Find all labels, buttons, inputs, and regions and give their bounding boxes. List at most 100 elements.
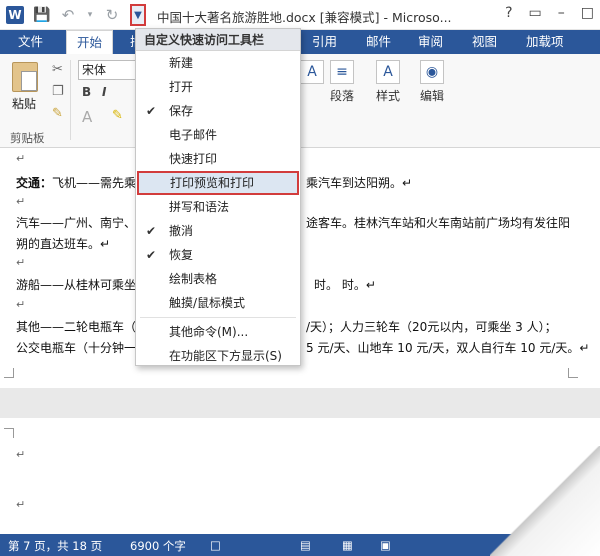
menu-item-label: 保存: [169, 104, 194, 118]
paragraph-transport: 交通：飞机——需先乘: [16, 174, 136, 191]
menu-item-email[interactable]: 电子邮件: [136, 123, 300, 147]
tab-mailings[interactable]: 邮件: [356, 30, 401, 54]
menu-item-label: 电子邮件: [169, 128, 218, 142]
menu-item-label: 其他命令(M)...: [169, 325, 249, 339]
minimize-button[interactable]: –: [558, 5, 565, 21]
highlight-icon[interactable]: ✎: [112, 108, 123, 123]
paragraph-button[interactable]: ≡ 段落: [322, 60, 362, 104]
other-text-left: 其他——二轮电瓶车（: [16, 320, 137, 334]
cut-icon[interactable]: ✂: [52, 62, 63, 77]
copy-icon[interactable]: ❐: [52, 84, 64, 99]
tab-review[interactable]: 审阅: [408, 30, 453, 54]
ribbon-display-button[interactable]: ▭: [529, 5, 542, 21]
group-divider: [70, 60, 71, 140]
menu-item-label: 绘制表格: [169, 272, 218, 286]
menu-item-save[interactable]: ✔ 保存: [136, 99, 300, 123]
menu-item-touch-mode[interactable]: 触摸/鼠标模式: [136, 291, 300, 315]
menu-item-label: 快速打印: [169, 152, 218, 166]
menu-item-label: 打印预览和打印: [170, 176, 255, 190]
menu-item-open[interactable]: 打开: [136, 75, 300, 99]
help-button[interactable]: ?: [505, 5, 512, 21]
editing-label: 编辑: [419, 89, 444, 103]
print-layout-icon[interactable]: ▦: [342, 538, 353, 552]
undo-dropdown-icon[interactable]: ▾: [86, 7, 94, 23]
bus-text-left: 汽车——广州、南宁、: [16, 216, 137, 230]
check-icon: ✔: [146, 104, 157, 118]
styles-button[interactable]: A 样式: [368, 60, 408, 104]
text-effects-icon[interactable]: A: [82, 108, 92, 126]
word-app-icon: W: [6, 6, 24, 24]
menu-item-quick-print[interactable]: 快速打印: [136, 147, 300, 171]
other-text-right: /天）；人力三轮车（20元以内，可乘坐 3 人）；: [306, 320, 557, 334]
page-corner-mark: [4, 428, 14, 438]
menu-divider: [140, 317, 296, 318]
paste-icon[interactable]: [12, 62, 38, 92]
web-layout-icon[interactable]: ▣: [380, 538, 391, 552]
paragraph-mark: ↵: [16, 498, 26, 511]
menu-item-redo[interactable]: ✔ 恢复: [136, 243, 300, 267]
page-curl-decoration: [490, 446, 600, 556]
paragraph-mark: ↵: [16, 298, 26, 311]
save-icon[interactable]: 💾: [33, 7, 50, 23]
format-painter-icon[interactable]: ✎: [52, 106, 63, 121]
ebus-text-left: 公交电瓶车（十分钟一: [16, 341, 137, 355]
menu-item-new[interactable]: 新建: [136, 51, 300, 75]
page-break-gap: [0, 388, 600, 418]
paragraph-icon: ≡: [330, 60, 354, 84]
title-bar: W 💾 ↶ ▾ ↻ ▼ 中国十大著名旅游胜地.docx [兼容模式] - Mic…: [0, 0, 600, 30]
customize-qat-button[interactable]: ▼: [130, 4, 146, 26]
menu-item-label: 新建: [169, 56, 194, 70]
bus-text-right: 途客车。桂林汽车站和火车南站前广场均有发往阳: [306, 216, 571, 230]
font-name-box[interactable]: 宋体: [78, 60, 140, 80]
word-count[interactable]: 6900 个字: [130, 538, 186, 554]
paragraph-mark: ↵: [16, 256, 26, 269]
menu-item-label: 撤消: [169, 224, 194, 238]
redo-icon[interactable]: ↻: [104, 6, 120, 24]
paragraph-mark: ↵: [16, 448, 26, 461]
paragraph-mark: ↵: [16, 195, 26, 208]
menu-item-more-commands[interactable]: 其他命令(M)...: [136, 320, 300, 344]
paragraph-mark: ↵: [16, 152, 26, 165]
transport-text-right: 乘汽车到达阳朔。↵: [306, 176, 413, 190]
boat-text-right: 时。 时。↵: [314, 278, 376, 292]
boat-text-left: 游船——从桂林可乘坐: [16, 278, 137, 292]
tab-file[interactable]: 文件: [8, 30, 53, 54]
styles-label: 样式: [375, 89, 400, 103]
tab-addins[interactable]: 加载项: [516, 30, 574, 54]
tab-home[interactable]: 开始: [66, 30, 114, 54]
tab-view[interactable]: 视图: [462, 30, 507, 54]
paragraph-label: 段落: [329, 89, 354, 103]
maximize-button[interactable]: □: [581, 5, 594, 21]
editing-button[interactable]: ◉ 编辑: [412, 60, 452, 104]
window-controls: ? ▭ – □: [505, 5, 594, 21]
menu-item-label: 恢复: [169, 248, 194, 262]
binoculars-icon: ◉: [420, 60, 444, 84]
menu-item-show-below-ribbon[interactable]: 在功能区下方显示(S): [136, 344, 300, 368]
page-count[interactable]: 第 7 页，共 18 页: [8, 538, 102, 554]
menu-item-label: 打开: [169, 80, 194, 94]
menu-item-spelling[interactable]: 拼写和语法: [136, 195, 300, 219]
quick-access-toolbar: W 💾 ↶ ▾ ↻ ▼: [6, 4, 146, 26]
menu-item-label: 触摸/鼠标模式: [169, 296, 246, 310]
menu-item-undo[interactable]: ✔ 撤消: [136, 219, 300, 243]
menu-item-draw-table[interactable]: 绘制表格: [136, 267, 300, 291]
page-corner-mark: [4, 368, 14, 378]
menu-item-print-preview[interactable]: 打印预览和打印: [137, 171, 299, 195]
bold-button[interactable]: B: [82, 85, 91, 99]
ebus-text-right: 5 元/天、山地车 10 元/天，双人自行车 10 元/天。↵: [306, 341, 590, 355]
styles-icon: A: [376, 60, 400, 84]
read-mode-icon[interactable]: ▤: [300, 538, 311, 552]
clipboard-group-label: 剪贴板: [10, 131, 45, 145]
transport-heading: 交通：: [16, 176, 53, 190]
undo-icon[interactable]: ↶: [60, 6, 76, 24]
document-title: 中国十大著名旅游胜地.docx [兼容模式] - Microso...: [157, 10, 452, 25]
bus-text-line2: 朔的直达班车。↵: [16, 237, 111, 251]
proofing-icon[interactable]: □: [210, 538, 221, 552]
transport-text-left: 飞机——需先乘: [52, 176, 137, 190]
paste-button-label[interactable]: 粘贴: [12, 95, 36, 112]
customize-qat-menu: 自定义快速访问工具栏 新建 打开 ✔ 保存 电子邮件 快速打印 打印预览和打印 拼…: [135, 28, 301, 366]
check-icon: ✔: [146, 224, 157, 238]
page-corner-mark: [568, 368, 578, 378]
tab-references[interactable]: 引用: [302, 30, 347, 54]
italic-button[interactable]: I: [102, 85, 106, 99]
